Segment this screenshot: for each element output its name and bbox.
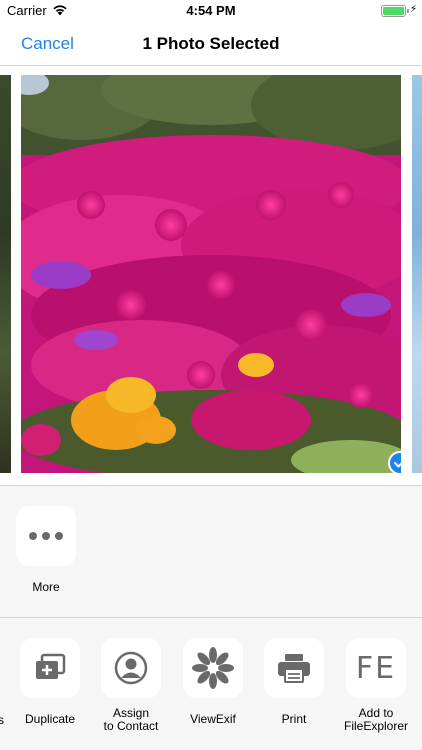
battery-tip [407,9,409,13]
selected-photo[interactable] [21,75,401,473]
flower-photo-image [21,75,401,473]
partial-action-label: s [0,713,4,727]
charging-bolt-icon: ⚡ [410,4,418,15]
more-label: More [32,580,60,594]
previous-photo-thumbnail[interactable] [0,75,11,473]
next-photo-thumbnail[interactable] [412,75,422,473]
duplicate-icon [20,638,80,698]
viewexif-button[interactable]: ViewExif [172,638,254,726]
aperture-icon [183,638,243,698]
fileexplorer-line-1: Add to [358,706,394,720]
print-label: Print [281,712,307,726]
photo-carousel[interactable] [0,66,422,486]
printer-icon [264,638,324,698]
page-title: 1 Photo Selected [142,34,280,53]
fileexplorer-line-2: FileExplorer [343,719,409,733]
contact-icon [101,638,161,698]
add-to-fileexplorer-button[interactable]: FE Add to FileExplorer [335,638,417,733]
viewexif-label: ViewExif [190,712,236,726]
action-row[interactable]: s Duplicate Assign to Contact ViewExif P… [0,618,422,750]
navigation-bar: Cancel 1 Photo Selected [0,22,422,66]
status-bar: Carrier 4:54 PM ⚡ [0,0,422,22]
more-dots-icon[interactable] [16,506,76,566]
assign-to-contact-button[interactable]: Assign to Contact [90,638,172,733]
battery-icon [381,5,406,17]
add-to-fileexplorer-label: Add to FileExplorer [335,707,417,733]
duplicate-label: Duplicate [24,712,76,726]
print-button[interactable]: Print [253,638,335,726]
assign-line-2: to Contact [103,719,159,733]
clock: 4:54 PM [186,3,236,18]
selected-checkmark-icon [388,451,401,473]
more-section: More [0,486,422,618]
assign-line-1: Assign [112,706,150,720]
assign-to-contact-label: Assign to Contact [90,707,172,733]
fe-logo-icon: FE [346,638,406,698]
duplicate-button[interactable]: Duplicate [9,638,91,726]
